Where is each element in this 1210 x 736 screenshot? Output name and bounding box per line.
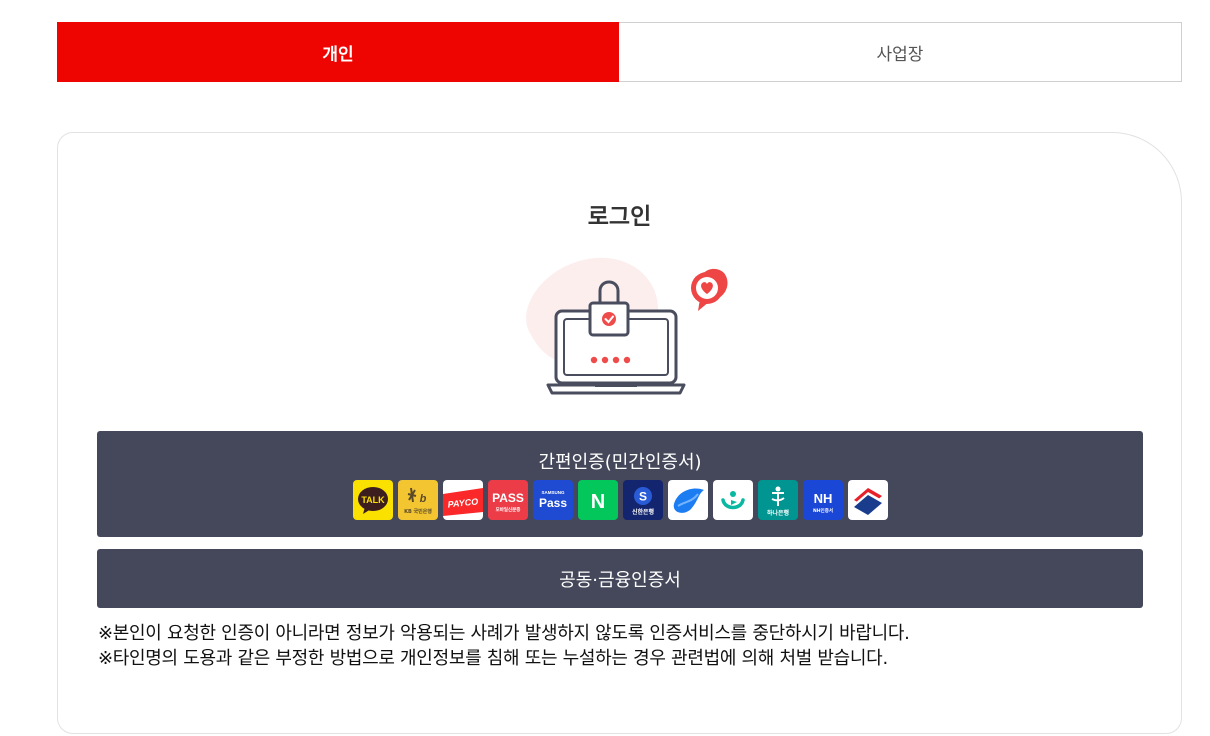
payco-icon[interactable]: PAYCO <box>442 480 483 520</box>
payco-logo-icon: PAYCO <box>442 488 483 516</box>
tab-personal[interactable]: 개인 <box>57 22 619 82</box>
pass-logo-icon: PASS 모바일신분증 <box>492 491 524 513</box>
samsung-pass-text: Pass <box>538 496 566 510</box>
woori-logo-icon <box>853 488 882 515</box>
hana-bank-icon[interactable]: 하나은행 <box>757 480 798 520</box>
notice-line-2: ※타인명의 도용과 같은 부정한 방법으로 개인정보를 침해 또는 누설하는 경… <box>98 648 888 669</box>
samsung-pass-icon[interactable]: SAMSUNG Pass <box>532 480 573 520</box>
banksalad-logo-icon <box>720 491 745 510</box>
pass-icon[interactable]: PASS 모바일신분증 <box>487 480 528 520</box>
joint-certificate-label: 공동·금융인증서 <box>559 569 681 591</box>
kakaotalk-icon[interactable]: TALK <box>352 480 393 520</box>
nh-text: NH <box>813 491 832 506</box>
svg-text:b: b <box>419 493 426 505</box>
nh-icon[interactable]: NH NH인증서 <box>802 480 843 520</box>
naver-logo-icon: N <box>590 491 604 513</box>
login-title: 로그인 <box>587 204 652 230</box>
samsung-sub-text: SAMSUNG <box>541 490 565 495</box>
simple-auth-button[interactable]: 간편인증(민간인증서) TALK b KB 국민은행 PAYCO PASS 모바… <box>97 431 1143 537</box>
tab-business[interactable]: 사업장 <box>619 22 1182 82</box>
naver-icon[interactable]: N <box>577 480 618 520</box>
auth-provider-list: TALK b KB 국민은행 PAYCO PASS 모바일신분증 SAMSUNG… <box>97 480 1143 520</box>
pass-text: PASS <box>492 491 524 505</box>
banksalad-icon[interactable] <box>712 480 753 520</box>
user-type-tabs: 개인 사업장 <box>57 22 1182 82</box>
tab-personal-label: 개인 <box>322 44 354 65</box>
pass-sub-text: 모바일신분증 <box>495 506 520 513</box>
kb-text: KB 국민은행 <box>404 508 432 515</box>
toss-icon[interactable] <box>667 480 708 520</box>
kakaotalk-bubble-icon: TALK <box>357 487 388 514</box>
tab-business-label: 사업장 <box>876 44 924 65</box>
nh-logo-icon: NH NH인증서 <box>813 491 833 514</box>
naver-text: N <box>590 491 604 513</box>
login-card: 로그인 간편인증(민간인증서) TALK b KB 국민은행 PAYCO PAS… <box>57 132 1182 734</box>
notice-text: ※본인이 요청한 인증이 아니라면 정보가 악용되는 사례가 발생하지 않도록 … <box>98 621 910 671</box>
shinhan-text: 신한은행 <box>631 508 654 516</box>
hana-text: 하나은행 <box>766 509 789 517</box>
toss-logo-icon <box>673 488 704 513</box>
shinhan-bank-icon[interactable]: S 신한은행 <box>622 480 663 520</box>
shinhan-logo-icon: S 신한은행 <box>631 487 654 516</box>
joint-certificate-button[interactable]: 공동·금융인증서 <box>97 549 1143 608</box>
kakaotalk-text: TALK <box>361 495 385 505</box>
simple-auth-label: 간편인증(민간인증서) <box>538 452 702 473</box>
hana-logo-icon: 하나은행 <box>766 486 789 517</box>
samsung-pass-logo-icon: SAMSUNG Pass <box>538 490 566 510</box>
kb-star-icon: b KB 국민은행 <box>404 487 432 515</box>
svg-text:S: S <box>638 490 646 504</box>
nh-sub-text: NH인증서 <box>813 507 833 514</box>
notice-line-1: ※본인이 요청한 인증이 아니라면 정보가 악용되는 사례가 발생하지 않도록 … <box>98 623 910 644</box>
kb-bank-icon[interactable]: b KB 국민은행 <box>397 480 438 520</box>
secure-login-illustration-icon <box>526 257 728 395</box>
woori-icon[interactable] <box>847 480 888 520</box>
